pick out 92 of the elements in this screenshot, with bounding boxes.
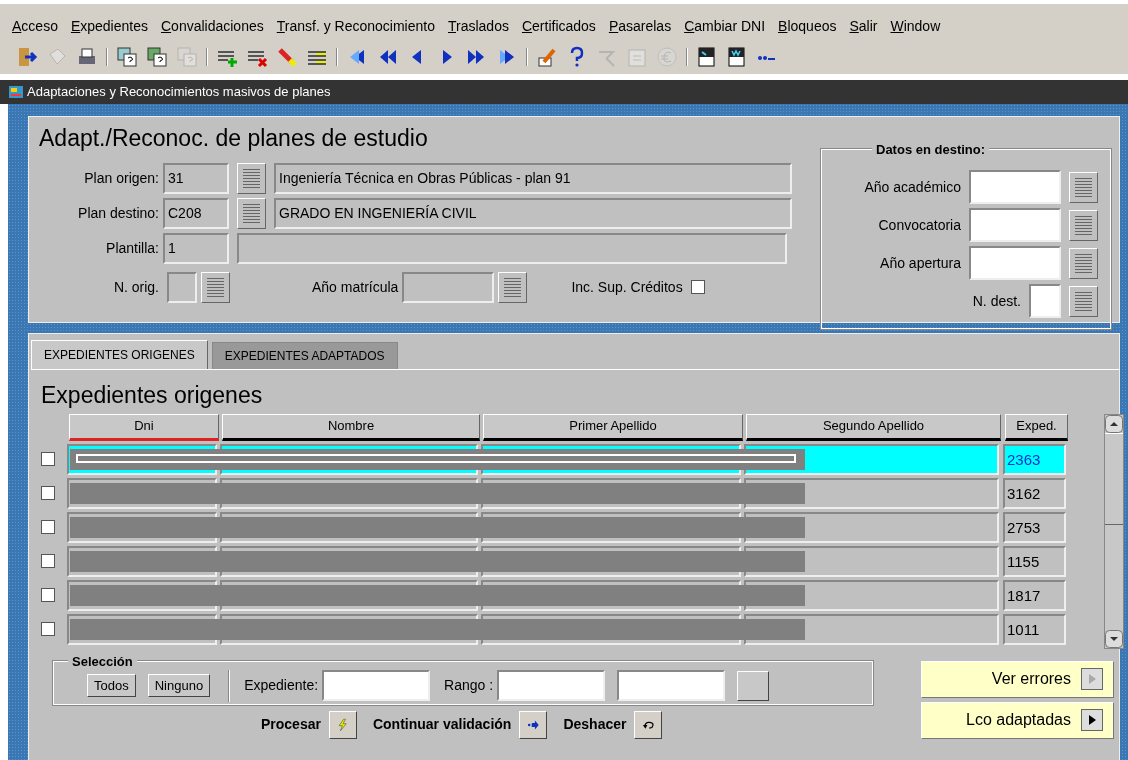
field-label: Convocatoria xyxy=(878,215,961,235)
scroll-down-icon[interactable] xyxy=(1105,629,1123,648)
checkbox[interactable] xyxy=(41,452,55,467)
checkbox[interactable] xyxy=(690,280,705,295)
code-field[interactable]: 31 xyxy=(163,162,229,194)
scroll-thumb[interactable] xyxy=(1105,432,1123,525)
table-cell: 1155 xyxy=(1003,545,1066,577)
input-field[interactable] xyxy=(1029,284,1061,318)
field-label: Rango : xyxy=(444,676,494,696)
column-header[interactable]: Segundo Apellido xyxy=(746,413,1001,441)
action-label: Procesar xyxy=(261,715,321,735)
column-header[interactable]: Exped. xyxy=(1005,413,1068,441)
field-label: Plan destino: xyxy=(77,203,159,223)
list-button[interactable] xyxy=(1069,209,1098,241)
field-label: Plantilla: xyxy=(105,238,159,258)
list-button[interactable] xyxy=(201,271,230,303)
table-cell: 1817 xyxy=(1003,579,1066,611)
table-cell: 3162 xyxy=(1003,477,1066,509)
list-button[interactable] xyxy=(237,197,266,229)
select-button[interactable]: Ninguno xyxy=(147,673,211,698)
menu-item[interactable]: Traslados xyxy=(447,16,509,40)
field-label: N. dest. xyxy=(972,291,1021,311)
menu-item[interactable]: Expedientes xyxy=(70,16,148,40)
number-field[interactable] xyxy=(167,271,197,303)
checkbox[interactable] xyxy=(41,622,55,637)
menu-item[interactable]: Acceso xyxy=(12,16,58,40)
field-label: Expediente: xyxy=(244,676,319,696)
checkbox[interactable] xyxy=(41,554,55,569)
field-label: N. orig. xyxy=(112,277,159,297)
field-label: Año académico xyxy=(864,177,961,197)
input-field[interactable] xyxy=(322,670,431,702)
description-field[interactable]: Ingeniería Técnica en Obras Públicas - plan 91 xyxy=(274,162,792,194)
window-icon xyxy=(8,84,24,100)
field-label: Plan origen: xyxy=(83,168,159,188)
input-field[interactable] xyxy=(969,246,1061,280)
action-label: Continuar validación xyxy=(372,715,512,735)
year-field[interactable] xyxy=(402,271,495,303)
arrow-button[interactable] xyxy=(519,710,548,739)
menu-item[interactable]: Window xyxy=(890,16,941,40)
pencil-icon[interactable] xyxy=(536,46,558,68)
checkbox[interactable] xyxy=(41,588,55,603)
document-icon[interactable] xyxy=(696,46,718,68)
menu-item[interactable]: Pasarelas xyxy=(608,16,672,40)
field-label: Año apertura xyxy=(880,253,961,273)
menu-item[interactable]: Convalidaciones xyxy=(161,16,264,40)
action-label: Deshacer xyxy=(563,715,627,735)
menu-item[interactable]: Cambiar DNI xyxy=(684,16,766,40)
document-question-icon[interactable] xyxy=(146,46,168,68)
scrollbar[interactable] xyxy=(1104,413,1124,649)
form-title: Adapt./Reconoc. de planes de estudio xyxy=(39,125,429,153)
undo-button[interactable] xyxy=(634,710,663,739)
table-cell: 1011 xyxy=(1003,613,1066,645)
tab[interactable]: EXPEDIENTES ORIGENES xyxy=(31,340,208,369)
list-button[interactable] xyxy=(498,271,528,303)
play-icon[interactable] xyxy=(1081,709,1103,732)
checkbox-label: Inc. Sup. Créditos xyxy=(571,277,683,297)
code-field[interactable]: C208 xyxy=(163,197,229,229)
window-title: Adaptaciones y Reconocimientos masivos de planes xyxy=(27,83,331,102)
menu-item[interactable]: Salir xyxy=(849,16,878,40)
marker-icon[interactable] xyxy=(276,46,298,68)
select-button[interactable]: Todos xyxy=(87,673,136,698)
input-field[interactable] xyxy=(497,670,606,702)
column-header[interactable]: Nombre xyxy=(222,413,480,441)
input-field[interactable] xyxy=(617,670,726,702)
description-field[interactable]: GRADO EN INGENIERÍA CIVIL xyxy=(274,197,792,229)
column-header[interactable]: Primer Apellido xyxy=(483,413,743,441)
code-field[interactable]: 1 xyxy=(163,232,229,264)
list-button[interactable] xyxy=(237,162,266,194)
door-icon[interactable] xyxy=(16,46,38,68)
list-button[interactable] xyxy=(1069,285,1098,317)
column-header[interactable]: Dni xyxy=(69,413,219,441)
section-title: Expedientes origenes xyxy=(41,382,264,410)
action-button[interactable]: Lco adaptadas xyxy=(921,701,1114,739)
menu-item[interactable]: Bloqueos xyxy=(778,16,837,40)
lightning-button[interactable] xyxy=(328,710,357,739)
input-field[interactable] xyxy=(969,208,1061,242)
tab[interactable]: EXPEDIENTES ADAPTADOS xyxy=(211,342,398,369)
menu-item[interactable]: Certificados xyxy=(521,16,596,40)
checkbox[interactable] xyxy=(41,520,55,535)
field-label: Año matrícula xyxy=(312,277,399,297)
menu-item[interactable]: Transf. y Reconocimiento xyxy=(276,16,435,40)
document-question-icon[interactable] xyxy=(116,46,138,68)
checkbox[interactable] xyxy=(41,486,55,501)
list-button[interactable] xyxy=(1069,171,1098,203)
table-cell: 2753 xyxy=(1003,511,1066,543)
table-cell: 2363 xyxy=(1003,443,1066,475)
list-button[interactable] xyxy=(1069,247,1098,279)
blank-button[interactable] xyxy=(737,670,770,701)
scroll-up-icon[interactable] xyxy=(1105,414,1123,433)
description-field[interactable] xyxy=(237,232,787,264)
input-field[interactable] xyxy=(969,170,1061,204)
document-icon[interactable] xyxy=(726,46,748,68)
